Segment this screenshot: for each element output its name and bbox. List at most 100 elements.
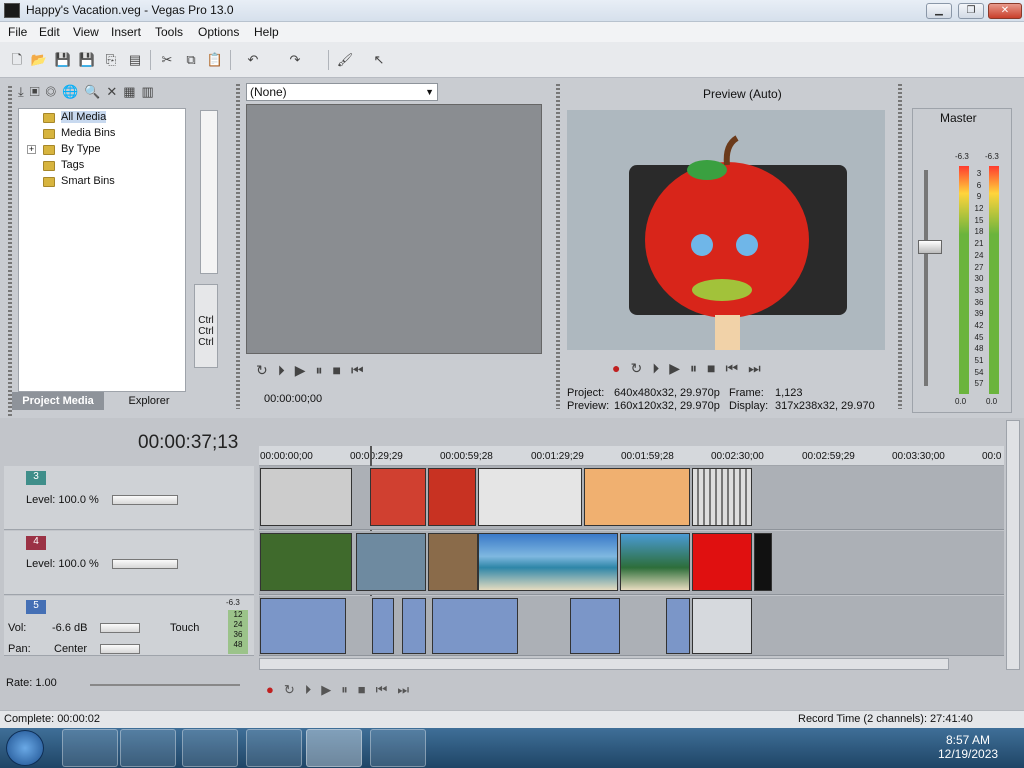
import-media-icon[interactable]: ⤓: [18, 84, 30, 99]
menu-file[interactable]: File: [8, 25, 27, 39]
master-fader[interactable]: [918, 240, 942, 254]
video-clip[interactable]: [356, 533, 426, 591]
audio-clip[interactable]: [402, 598, 426, 654]
video-clip[interactable]: [692, 533, 752, 591]
search-media-icon[interactable]: 🔍: [84, 84, 106, 99]
pause-icon[interactable]: ⏸: [316, 362, 333, 378]
tree-item-smart-bins[interactable]: Smart Bins: [61, 175, 115, 187]
trimmer-source-select[interactable]: (None) ▼: [246, 83, 438, 101]
help-pointer-icon[interactable]: ↖: [370, 51, 388, 69]
tree-item-tags[interactable]: Tags: [61, 159, 84, 171]
tree-item-all-media[interactable]: All Media: [61, 111, 107, 123]
stop-icon[interactable]: ■: [358, 682, 376, 697]
audio-clip[interactable]: [692, 598, 752, 654]
automation-touch[interactable]: Touch: [170, 622, 199, 634]
timeline-v-scrollbar[interactable]: [1006, 420, 1020, 670]
undo-icon[interactable]: ↶: [244, 51, 262, 69]
keyboard-icon[interactable]: [370, 729, 426, 767]
video-clip-beach[interactable]: [478, 533, 618, 591]
pause-icon[interactable]: ⏸: [690, 360, 707, 376]
minimize-button[interactable]: ▁: [926, 3, 952, 19]
menu-view[interactable]: View: [73, 25, 99, 39]
record-icon[interactable]: ●: [612, 360, 630, 376]
video-clip[interactable]: [478, 468, 582, 526]
get-media-icon[interactable]: ◎: [46, 84, 62, 99]
new-icon[interactable]: 🗋: [8, 51, 26, 69]
audio-clip[interactable]: [432, 598, 518, 654]
next-icon[interactable]: ⏭: [397, 682, 419, 697]
record-icon[interactable]: ●: [266, 682, 284, 697]
video-clip[interactable]: [754, 533, 772, 591]
tree-scrollbar[interactable]: [200, 110, 218, 274]
loop-icon[interactable]: ↻: [256, 362, 278, 378]
prev-icon[interactable]: ⏮: [725, 360, 748, 376]
play-start-icon[interactable]: ⏵: [652, 360, 669, 376]
prev-icon[interactable]: ⏮: [376, 682, 398, 697]
start-button[interactable]: [6, 730, 44, 766]
ie-icon[interactable]: [62, 729, 118, 767]
media-fx-icon[interactable]: ▦: [123, 84, 141, 99]
web-icon[interactable]: 🌐: [62, 84, 84, 99]
video-clip[interactable]: [620, 533, 690, 591]
pan-slider[interactable]: [100, 644, 140, 654]
properties-icon[interactable]: ▤: [126, 51, 144, 69]
pause-icon[interactable]: ⏸: [341, 682, 358, 697]
audio-clip[interactable]: [666, 598, 690, 654]
system-clock[interactable]: 8:57 AM 12/19/2023: [938, 733, 998, 761]
media-player-icon[interactable]: [182, 729, 238, 767]
close-button[interactable]: ✕: [988, 3, 1022, 19]
tree-item-by-type[interactable]: By Type: [61, 143, 101, 155]
audio-clip[interactable]: [570, 598, 620, 654]
maximize-button[interactable]: ❐: [958, 3, 984, 19]
loop-icon[interactable]: ↻: [284, 682, 305, 697]
stop-icon[interactable]: ■: [707, 360, 725, 376]
redo-icon[interactable]: ↷: [286, 51, 304, 69]
capture-icon[interactable]: ▣: [30, 84, 46, 99]
loop-icon[interactable]: ↻: [630, 360, 652, 376]
play-start-icon[interactable]: ⏵: [305, 682, 322, 697]
preview-quality-select[interactable]: Preview (Auto): [703, 87, 782, 101]
video-clip[interactable]: [260, 468, 352, 526]
rate-slider[interactable]: [90, 684, 240, 686]
save-as-icon[interactable]: 💾: [78, 51, 96, 69]
trimmer-view[interactable]: [246, 104, 542, 354]
play-icon[interactable]: ▶: [669, 360, 690, 376]
play-icon[interactable]: ▶: [321, 682, 341, 697]
level-slider-4[interactable]: [112, 559, 178, 569]
menu-options[interactable]: Options: [198, 25, 239, 39]
explorer-icon[interactable]: [120, 729, 176, 767]
expand-icon[interactable]: +: [27, 145, 36, 154]
stop-icon[interactable]: ■: [333, 362, 351, 378]
menu-insert[interactable]: Insert: [111, 25, 141, 39]
cut-icon[interactable]: ✂: [158, 51, 176, 69]
copy-icon[interactable]: ⧉: [182, 51, 200, 69]
paste-icon[interactable]: 📋: [206, 51, 224, 69]
video-clip[interactable]: [370, 468, 426, 526]
play-start-icon[interactable]: ⏵: [278, 362, 295, 378]
chrome-icon[interactable]: [246, 729, 302, 767]
level-slider-3[interactable]: [112, 495, 178, 505]
play-icon[interactable]: ▶: [295, 362, 316, 378]
vegas-taskbar-icon[interactable]: [306, 729, 362, 767]
edit-tool-icon[interactable]: 🖌: [336, 51, 354, 69]
menu-help[interactable]: Help: [254, 25, 279, 39]
volume-slider[interactable]: [100, 623, 140, 633]
video-clip[interactable]: [692, 468, 752, 526]
save-icon[interactable]: 💾: [54, 51, 72, 69]
render-icon[interactable]: ⎘: [102, 51, 120, 69]
tab-project-media[interactable]: Project Media: [12, 392, 104, 410]
timeline-h-scrollbar[interactable]: [259, 658, 949, 670]
open-icon[interactable]: 📂: [30, 51, 48, 69]
views-icon[interactable]: ▥: [142, 84, 160, 99]
menu-edit[interactable]: Edit: [39, 25, 60, 39]
tab-explorer[interactable]: Explorer: [108, 392, 190, 410]
video-clip[interactable]: [428, 468, 476, 526]
video-clip[interactable]: [260, 533, 352, 591]
audio-clip[interactable]: [372, 598, 394, 654]
video-preview[interactable]: [567, 110, 885, 350]
remove-icon[interactable]: ✕: [106, 84, 123, 99]
next-icon[interactable]: ⏭: [748, 360, 771, 376]
audio-track-5[interactable]: [259, 596, 1004, 656]
prev-icon[interactable]: ⏮: [351, 362, 374, 378]
video-clip[interactable]: [428, 533, 478, 591]
